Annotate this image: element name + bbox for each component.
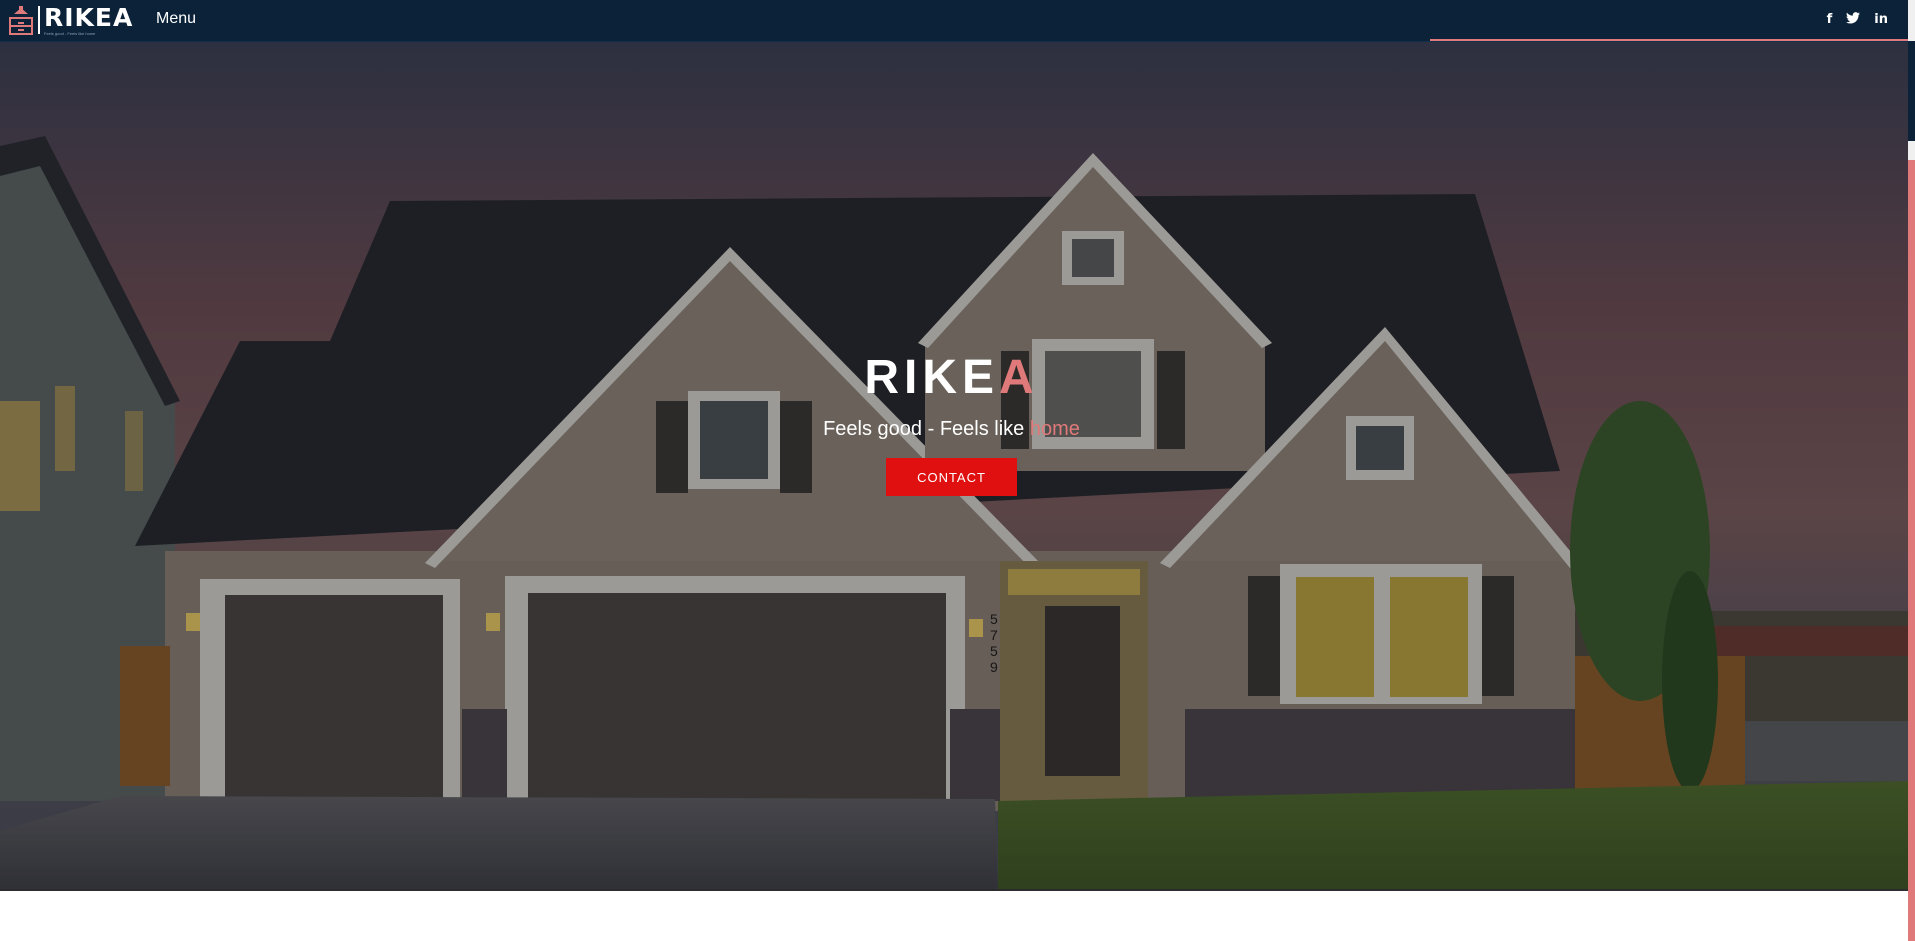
hero-title-accent: A <box>999 351 1039 404</box>
twitter-icon[interactable] <box>1846 12 1861 29</box>
top-navbar: RIKEA Feels good - Feels like home Menu … <box>0 0 1908 42</box>
hero-subtitle: Feels good - Feels like home <box>0 416 1903 442</box>
social-links: f in <box>1827 12 1888 29</box>
scrollbar-accent-track <box>1908 160 1915 941</box>
page-scrollbar[interactable] <box>1908 0 1915 941</box>
hero-title-main: RIKE <box>864 351 999 404</box>
brand-tagline: Feels good - Feels like home <box>44 30 96 36</box>
brand-divider <box>38 6 40 34</box>
house-logo-icon <box>9 6 33 35</box>
facebook-icon[interactable]: f <box>1827 12 1833 29</box>
linkedin-icon[interactable]: in <box>1874 12 1888 29</box>
hero-subtitle-main: Feels good - Feels like <box>823 418 1030 440</box>
nav-accent-line <box>1430 39 1908 41</box>
hero-subtitle-accent: home <box>1029 418 1080 440</box>
brand-logo[interactable]: RIKEA Feels good - Feels like home <box>8 3 133 37</box>
contact-button[interactable]: CONTACT <box>886 458 1017 496</box>
scrollbar-thumb[interactable] <box>1908 41 1915 141</box>
hero-title: RIKEA <box>0 350 1903 406</box>
brand-name: RIKEA <box>44 2 134 32</box>
menu-link[interactable]: Menu <box>156 10 196 28</box>
